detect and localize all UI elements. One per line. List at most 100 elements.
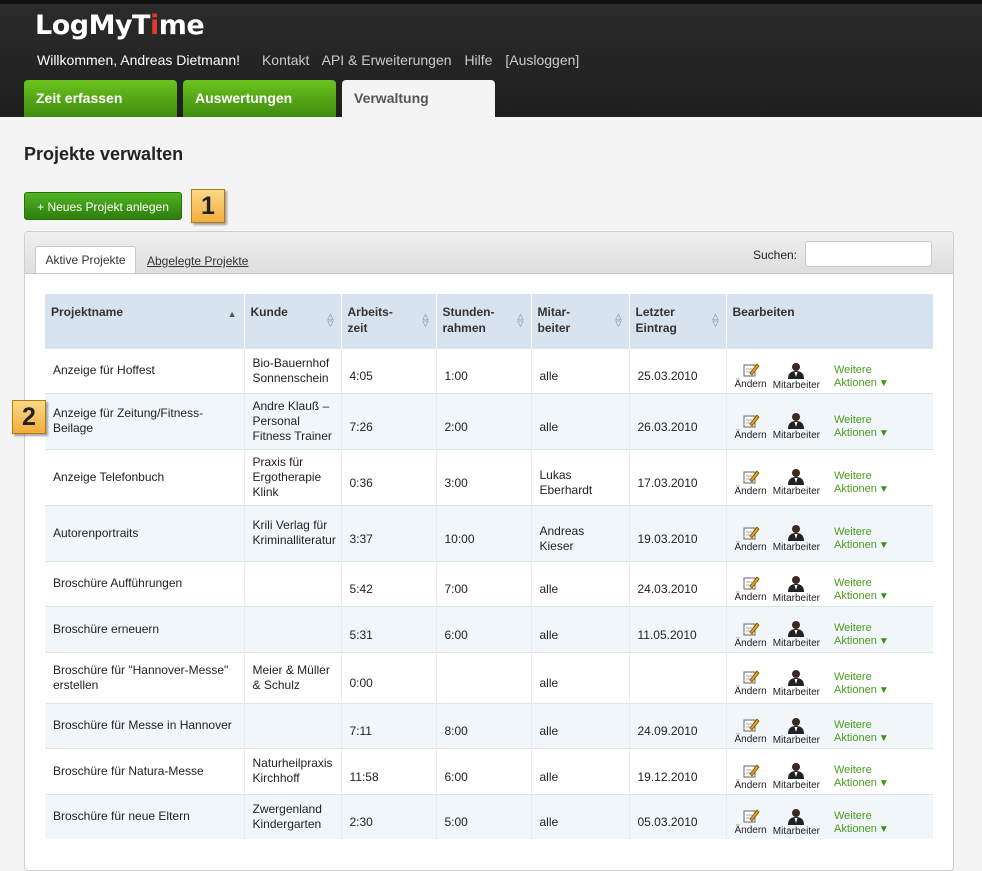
edit-pencil-icon xyxy=(735,717,767,733)
edit-action[interactable]: Ändern xyxy=(735,808,767,837)
edit-action[interactable]: Ändern xyxy=(735,621,767,650)
project-name-cell[interactable]: Broschüre für neue Eltern xyxy=(45,793,244,839)
staff-action[interactable]: Mitarbeiter xyxy=(773,669,820,699)
table-row[interactable]: Broschüre für Natura-Messe Naturheilpraxi… xyxy=(45,747,933,794)
column-header-projektname[interactable]: Projektname ▲ xyxy=(45,294,244,348)
staff-action[interactable]: Mitarbeiter xyxy=(773,468,820,498)
table-row[interactable]: Anzeige für Zeitung/Fitness-Beilage Andre… xyxy=(45,392,933,449)
user-icon xyxy=(773,468,820,485)
panel-toolbar: Aktive Projekte Abgelegte Projekte Suche… xyxy=(25,232,953,274)
edit-action[interactable]: Ändern xyxy=(735,575,767,604)
more-actions-link[interactable]: Weitere Aktionen ▼ xyxy=(834,414,889,440)
user-icon xyxy=(773,524,820,541)
staff-cell: alle xyxy=(530,347,629,393)
project-name-cell[interactable]: Anzeige für Hoffest xyxy=(45,347,244,393)
actions-cell: Ändern Mitarbeiter Weitere Aktionen ▼ xyxy=(725,504,933,561)
worktime-cell: 7:26 xyxy=(340,392,436,449)
project-name-cell[interactable]: Broschüre für Messe in Hannover xyxy=(45,702,244,748)
edit-action[interactable]: Ändern xyxy=(735,763,767,792)
edit-pencil-icon xyxy=(735,362,767,378)
more-actions-link[interactable]: Weitere Aktionen ▼ xyxy=(834,526,889,552)
project-name-cell[interactable]: Anzeige für Zeitung/Fitness-Beilage xyxy=(45,392,244,449)
staff-cell: alle xyxy=(530,392,629,449)
staff-action[interactable]: Mitarbeiter xyxy=(773,362,820,392)
edit-action[interactable]: Ändern xyxy=(735,413,767,442)
project-name-cell[interactable]: Anzeige Telefonbuch xyxy=(45,448,244,505)
more-actions-link[interactable]: Weitere Aktionen ▼ xyxy=(834,810,889,836)
last-entry-cell xyxy=(628,651,726,703)
more-actions-label: Weitere Aktionen xyxy=(834,718,877,744)
dropdown-triangle-icon: ▼ xyxy=(878,484,889,495)
help-link[interactable]: Hilfe xyxy=(464,52,492,68)
more-actions-link[interactable]: Weitere Aktionen ▼ xyxy=(834,719,889,745)
last-entry-cell: 11.05.2010 xyxy=(628,605,726,652)
more-actions-link[interactable]: Weitere Aktionen ▼ xyxy=(834,364,889,390)
actions-cell: Ändern Mitarbeiter Weitere Aktionen ▼ xyxy=(725,651,933,703)
staff-action[interactable]: Mitarbeiter xyxy=(773,524,820,554)
worktime-cell: 2:30 xyxy=(340,793,436,839)
customer-cell xyxy=(243,605,341,652)
more-actions-link[interactable]: Weitere Aktionen ▼ xyxy=(834,470,889,496)
edit-action[interactable]: Ändern xyxy=(735,469,767,498)
table-row[interactable]: Broschüre Aufführungen 5:42 7:00 alle 24.03.… xyxy=(45,560,933,606)
more-actions-link[interactable]: Weitere Aktionen ▼ xyxy=(834,577,889,603)
column-header-letzter-eintrag[interactable]: Letzter Eintrag △ ▽ xyxy=(628,294,726,348)
staff-action[interactable]: Mitarbeiter xyxy=(773,575,820,605)
top-navigation: Willkommen, Andreas Dietmann! Kontakt AP… xyxy=(37,52,588,68)
table-row[interactable]: Broschüre für Messe in Hannover 7:11 8:00 a… xyxy=(45,702,933,748)
staff-action[interactable]: Mitarbeiter xyxy=(773,717,820,747)
table-row[interactable]: Autorenportraits Krili Verlag für Krimina… xyxy=(45,504,933,561)
column-header-stundenrahmen[interactable]: Stunden- rahmen △ ▽ xyxy=(435,294,531,348)
budget-cell: 10:00 xyxy=(435,504,531,561)
logout-link[interactable]: [Ausloggen] xyxy=(505,52,579,68)
more-actions-label: Weitere Aktionen xyxy=(834,414,877,439)
table-row[interactable]: Anzeige für Hoffest Bio-Bauernhof Sonnens… xyxy=(45,347,933,393)
search-input[interactable] xyxy=(805,241,932,267)
column-header-mitarbeiter[interactable]: Mitar- beiter △ ▽ xyxy=(530,294,629,348)
project-name-cell[interactable]: Broschüre für "Hannover-Messe" erstellen xyxy=(45,651,244,703)
more-actions-link[interactable]: Weitere Aktionen ▼ xyxy=(834,622,889,648)
tab-archived-projects[interactable]: Abgelegte Projekte xyxy=(147,254,248,268)
tab-zeit-erfassen[interactable]: Zeit erfassen xyxy=(24,80,177,117)
dropdown-triangle-icon: ▼ xyxy=(878,823,889,835)
edit-action[interactable]: Ändern xyxy=(735,525,767,554)
project-name-cell[interactable]: Broschüre erneuern xyxy=(45,605,244,652)
edit-label: Ändern xyxy=(734,379,767,390)
edit-pencil-icon xyxy=(735,808,767,824)
project-name-cell[interactable]: Broschüre Aufführungen xyxy=(45,560,244,606)
table-row[interactable]: Broschüre erneuern 5:31 6:00 alle 11.05.2010… xyxy=(45,605,933,652)
edit-action[interactable]: Ändern xyxy=(735,669,767,698)
tab-verwaltung[interactable]: Verwaltung xyxy=(342,80,495,117)
new-project-button[interactable]: + Neues Projekt anlegen xyxy=(24,192,182,220)
staff-action[interactable]: Mitarbeiter xyxy=(773,808,820,838)
project-name-cell[interactable]: Broschüre für Natura-Messe xyxy=(45,747,244,794)
staff-action[interactable]: Mitarbeiter xyxy=(773,620,820,650)
edit-label: Ändern xyxy=(734,825,767,837)
logo[interactable]: LogMyTime xyxy=(35,10,205,41)
column-header-kunde[interactable]: Kunde △ ▽ xyxy=(243,294,341,348)
api-link[interactable]: API & Erweiterungen xyxy=(322,52,452,68)
search-label: Suchen: xyxy=(753,248,798,262)
customer-cell: Naturheilpraxis Kirchhoff xyxy=(243,747,341,794)
edit-action[interactable]: Ändern xyxy=(735,717,767,746)
edit-action[interactable]: Ändern xyxy=(735,362,767,391)
table-row[interactable]: Anzeige Telefonbuch Praxis für Ergotherap… xyxy=(45,448,933,505)
column-header-arbeitszeit[interactable]: Arbeits- zeit △ ▽ xyxy=(340,294,436,348)
staff-action[interactable]: Mitarbeiter xyxy=(773,762,820,792)
table-row[interactable]: Broschüre für neue Eltern Zwergenland Kin… xyxy=(45,793,933,839)
customer-cell xyxy=(243,702,341,748)
actions-cell: Ändern Mitarbeiter Weitere Aktionen ▼ xyxy=(725,392,933,449)
project-name-cell[interactable]: Autorenportraits xyxy=(45,504,244,561)
more-actions-label: Weitere Aktionen xyxy=(834,526,877,551)
customer-cell: Praxis für Ergotherapie Klink xyxy=(243,448,341,505)
tab-active-projects[interactable]: Aktive Projekte xyxy=(35,246,136,273)
tab-auswertungen[interactable]: Auswertungen xyxy=(183,80,336,117)
table-row[interactable]: Broschüre für "Hannover-Messe" erstellen… xyxy=(45,651,933,703)
staff-action[interactable]: Mitarbeiter xyxy=(773,412,820,442)
more-actions-label: Weitere Aktionen xyxy=(834,576,877,602)
dropdown-triangle-icon: ▼ xyxy=(878,636,889,647)
more-actions-link[interactable]: Weitere Aktionen ▼ xyxy=(834,764,889,790)
more-actions-link[interactable]: Weitere Aktionen ▼ xyxy=(834,671,889,697)
contact-link[interactable]: Kontakt xyxy=(262,52,309,68)
worktime-cell: 4:05 xyxy=(340,347,436,393)
